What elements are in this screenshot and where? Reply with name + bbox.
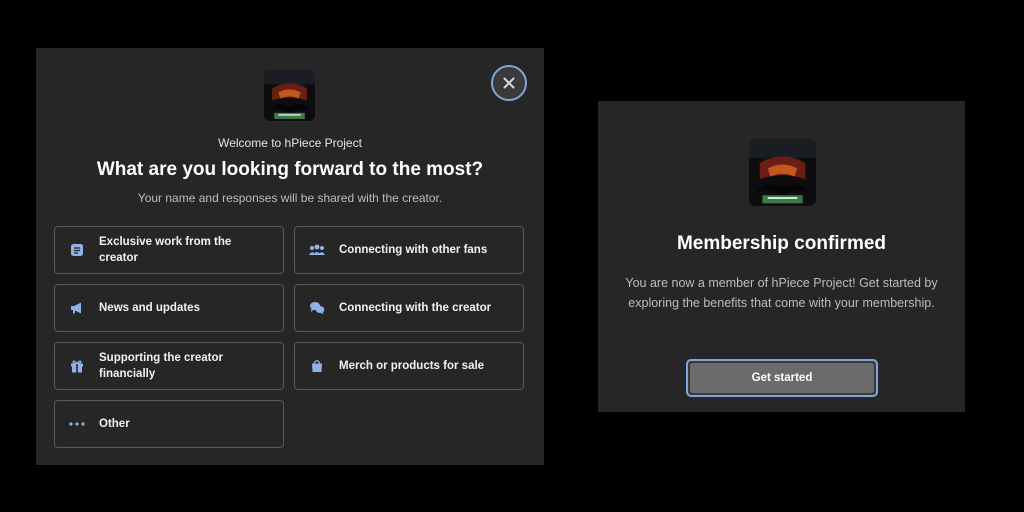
people-icon [309,242,325,258]
confirmation-title: Membership confirmed [676,233,887,254]
screen: Welcome to hPiece Project What are you l… [0,0,1024,512]
confirmation-message: You are now a member of hPiece Project! … [625,276,938,310]
privacy-notice: Your name and responses will be shared w… [137,191,443,205]
creator-avatar [264,70,315,121]
option-other[interactable]: Other [54,400,284,448]
close-button[interactable] [491,65,527,101]
option-label: Other [99,418,130,430]
welcome-text: Welcome to hPiece Project [218,136,362,150]
get-started-button[interactable]: Get started [686,359,878,397]
close-icon [503,77,515,89]
option-connecting-fans[interactable]: Connecting with other fans [294,226,524,274]
confirmation-modal: Membership confirmed You are now a membe… [598,101,965,412]
option-supporting-creator[interactable]: Supporting the creator financially [54,342,284,390]
megaphone-icon [69,300,85,316]
creator-avatar [749,139,816,206]
option-label: Connecting with the creator [339,302,492,314]
option-label: Exclusive work from the creator [99,236,232,264]
option-label: Supporting the creator financially [99,352,223,380]
option-news-updates[interactable]: News and updates [54,284,284,332]
option-label: Merch or products for sale [339,360,485,372]
document-icon [69,242,85,258]
gift-icon [69,358,85,374]
option-label: Connecting with other fans [339,244,488,256]
shopping-bag-icon [309,358,325,374]
ellipsis-icon [69,416,85,432]
survey-modal: Welcome to hPiece Project What are you l… [36,48,544,465]
page-title: What are you looking forward to the most… [96,159,484,180]
option-exclusive-work[interactable]: Exclusive work from the creator [54,226,284,274]
get-started-label: Get started [690,363,874,393]
chat-bubbles-icon [309,300,325,316]
option-connecting-creator[interactable]: Connecting with the creator [294,284,524,332]
option-label: News and updates [99,302,200,314]
option-merch-products[interactable]: Merch or products for sale [294,342,524,390]
